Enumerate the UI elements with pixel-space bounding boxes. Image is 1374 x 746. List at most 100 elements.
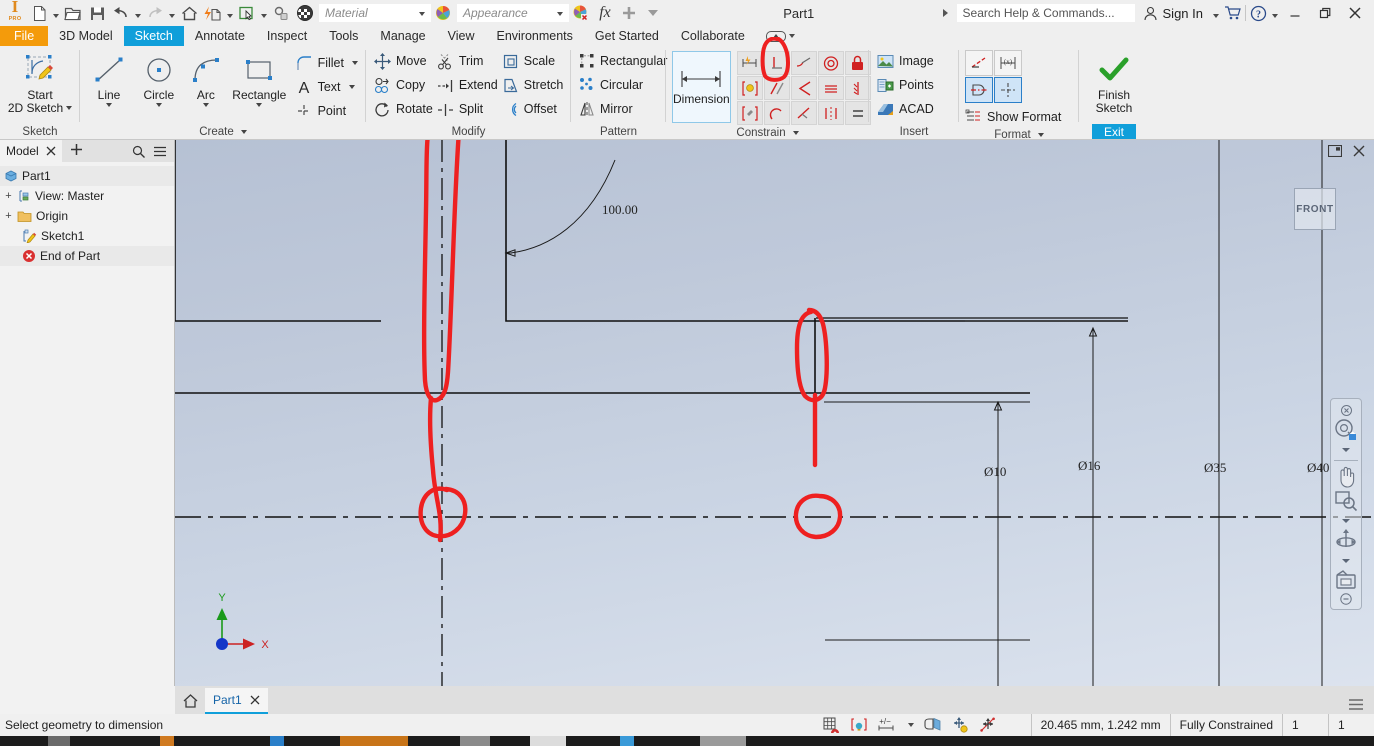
vertical-constraint-icon[interactable] [844, 76, 871, 100]
tab-collaborate[interactable]: Collaborate [670, 26, 756, 46]
center-line-icon[interactable] [965, 77, 993, 103]
equal-constraint-icon[interactable] [844, 101, 871, 125]
taskbar-item[interactable] [530, 736, 566, 746]
horizontal-constraint-icon[interactable] [817, 76, 844, 100]
point-button[interactable]: Point [293, 99, 360, 123]
close-icon[interactable] [250, 695, 260, 705]
tab-annotate[interactable]: Annotate [184, 26, 256, 46]
perpendicular-constraint-icon[interactable] [763, 51, 790, 75]
stretch-button[interactable]: Stretch [500, 73, 566, 97]
tab-tools[interactable]: Tools [318, 26, 369, 46]
expander-view-master[interactable]: + [4, 191, 13, 202]
trim-button[interactable]: Trim [435, 49, 500, 73]
dimension-button[interactable]: Dimension [672, 51, 731, 123]
hide-all-constraints-icon[interactable] [979, 717, 997, 733]
copy-button[interactable]: Copy [372, 73, 435, 97]
sign-in-dropdown[interactable] [1211, 1, 1221, 25]
minimize-button[interactable] [1280, 0, 1310, 26]
expander-origin[interactable]: + [4, 211, 13, 222]
document-tab-part1[interactable]: Part1 [205, 688, 268, 714]
construction-line-icon[interactable] [965, 50, 993, 76]
title-expand-icon[interactable] [933, 1, 957, 25]
start-2d-sketch-button[interactable]: Start 2D Sketch [6, 49, 74, 115]
navbar-orbit-dropdown[interactable] [1332, 554, 1360, 568]
pan-hand-icon[interactable] [1332, 464, 1360, 488]
image-button[interactable]: Image [875, 49, 936, 73]
tab-get-started[interactable]: Get Started [584, 26, 670, 46]
close-button[interactable] [1340, 0, 1370, 26]
extend-button[interactable]: Extend [435, 73, 500, 97]
measure-icon[interactable] [269, 1, 293, 25]
tree-node-origin[interactable]: + Origin [0, 206, 174, 226]
tree-node-sketch1[interactable]: Sketch1 [0, 226, 174, 246]
mirror-button[interactable]: Mirror [577, 97, 669, 121]
undo-icon[interactable] [109, 1, 133, 25]
material-field[interactable]: Material [319, 4, 431, 22]
appearance-field[interactable]: Appearance [457, 4, 569, 22]
points-button[interactable]: Points [875, 73, 936, 97]
rotate-button[interactable]: Rotate [372, 97, 435, 121]
collinear-constraint-icon[interactable] [790, 101, 817, 125]
material-browser-icon[interactable] [293, 1, 317, 25]
taskbar-item[interactable] [270, 736, 284, 746]
browser-tab-model[interactable]: Model [0, 140, 62, 162]
graphics-canvas[interactable]: 100.00 Ø10 Ø16 Ø35 Ø40 Y X FRONT [175, 140, 1374, 686]
tab-file[interactable]: File [0, 26, 49, 46]
show-format-button[interactable]: Show Format [965, 105, 1063, 129]
tab-view[interactable]: View [437, 26, 486, 46]
browser-add-tab[interactable] [62, 143, 91, 159]
navbar-options-icon[interactable] [1332, 592, 1360, 606]
update-dropdown[interactable] [225, 1, 235, 25]
select-dropdown[interactable] [259, 1, 269, 25]
text-dropdown-icon[interactable] [348, 85, 355, 89]
slice-graphics-icon[interactable] [923, 717, 943, 733]
text-button[interactable]: A Text [293, 75, 360, 99]
scale-button[interactable]: Scale [500, 49, 566, 73]
full-navigation-wheel-icon[interactable] [1332, 418, 1360, 442]
appearance-swatch-icon[interactable] [431, 1, 455, 25]
circle-dropdown-icon[interactable] [155, 103, 162, 107]
taskbar-item[interactable] [340, 736, 408, 746]
home-icon[interactable] [177, 1, 201, 25]
ribbon-collapse-control[interactable] [765, 26, 795, 46]
taskbar-item[interactable] [160, 736, 174, 746]
redo-dropdown[interactable] [167, 1, 177, 25]
rectangular-pattern-button[interactable]: Rectangular [577, 49, 669, 73]
concentric-constraint-icon[interactable] [817, 51, 844, 75]
navbar-wheel-dropdown[interactable] [1332, 443, 1360, 457]
docbar-menu-button[interactable] [1348, 698, 1374, 714]
dimension-display-dropdown[interactable] [907, 723, 914, 727]
save-icon[interactable] [85, 1, 109, 25]
parallel-constraint-icon[interactable] [763, 76, 790, 100]
finish-sketch-button[interactable]: Finish Sketch [1085, 49, 1143, 115]
show-constraints-icon[interactable] [736, 76, 763, 100]
select-icon[interactable] [235, 1, 259, 25]
material-dropdown-icon[interactable] [419, 12, 425, 16]
zoom-window-icon[interactable] [1332, 489, 1360, 513]
ribbon-minimize-icon[interactable] [765, 30, 786, 42]
arc-dropdown-icon[interactable] [202, 103, 209, 107]
adjust-appearance-icon[interactable] [569, 1, 593, 25]
appearance-dropdown-icon[interactable] [557, 12, 563, 16]
tab-sketch[interactable]: Sketch [123, 26, 184, 46]
coincident-constraint-icon[interactable] [790, 76, 817, 100]
new-file-dropdown[interactable] [51, 1, 61, 25]
orbit-icon[interactable] [1332, 528, 1360, 553]
tree-node-view-master[interactable]: + View: Master [0, 186, 174, 206]
center-point-icon[interactable] [994, 77, 1022, 103]
undo-dropdown[interactable] [133, 1, 143, 25]
close-icon[interactable] [46, 146, 56, 156]
fillet-dropdown-icon[interactable] [351, 61, 358, 65]
new-file-icon[interactable] [27, 1, 51, 25]
arc-button[interactable]: Arc [186, 49, 226, 107]
tree-node-part1[interactable]: Part1 [0, 166, 174, 186]
circle-button[interactable]: Circle [134, 49, 184, 107]
split-button[interactable]: Split [435, 97, 500, 121]
update-icon[interactable] [201, 1, 225, 25]
more-icon[interactable] [641, 1, 665, 25]
cart-icon[interactable] [1221, 1, 1245, 25]
navbar-close-icon[interactable] [1332, 403, 1360, 417]
tab-environments[interactable]: Environments [485, 26, 583, 46]
driven-dimension-icon[interactable]: (x) [994, 50, 1022, 76]
help-dropdown[interactable] [1270, 1, 1280, 25]
